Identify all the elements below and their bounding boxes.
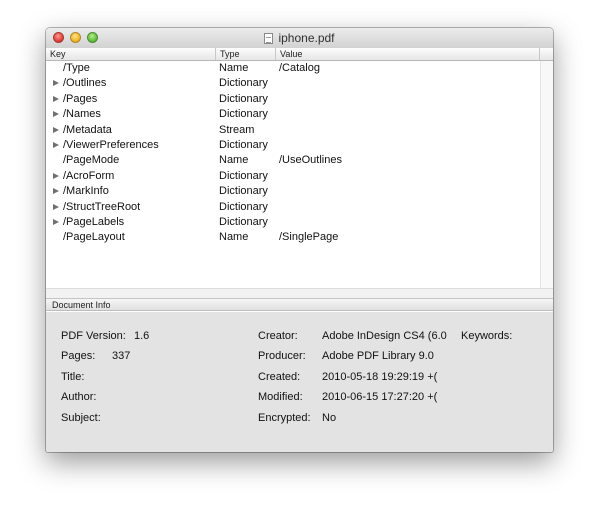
outline-row[interactable]: /AcroForm Dictionary	[46, 169, 540, 184]
row-value: /Catalog	[279, 62, 320, 74]
author-label: Author:	[61, 391, 97, 403]
disclosure-triangle-icon[interactable]	[53, 142, 59, 148]
outline-row[interactable]: /Names Dictionary	[46, 107, 540, 122]
producer-label: Producer:	[258, 350, 306, 362]
window-title: iphone.pdf	[46, 31, 553, 45]
created-value: 2010-05-18 19:29:19 +(	[322, 371, 438, 383]
pdf-document-icon	[264, 33, 274, 44]
row-type: Name	[219, 231, 249, 244]
key-column-header[interactable]: Key	[46, 48, 216, 60]
row-key: /StructTreeRoot	[63, 200, 141, 213]
encrypted-value: No	[322, 412, 337, 424]
row-key: /MarkInfo	[63, 185, 109, 198]
row-type: Dictionary	[219, 77, 268, 90]
pdf-version-label: PDF Version:	[61, 330, 126, 342]
row-type: Stream	[219, 123, 255, 136]
row-key: /Metadata	[63, 123, 112, 136]
producer-value: Adobe PDF Library 9.0	[322, 350, 434, 362]
row-key: /Pages	[63, 92, 98, 105]
title-bar[interactable]: iphone.pdf	[46, 28, 553, 49]
split-divider[interactable]	[46, 288, 553, 298]
disclosure-triangle-icon[interactable]	[53, 219, 59, 225]
row-key: /PageLabels	[63, 216, 125, 228]
outline-row[interactable]: /PageMode Name/UseOutlines	[46, 153, 540, 168]
document-info-header: Document Info	[46, 298, 553, 311]
creator-label: Creator:	[258, 330, 298, 342]
row-type: Dictionary	[219, 216, 268, 228]
disclosure-triangle-icon[interactable]	[53, 95, 59, 102]
row-type: Dictionary	[219, 108, 268, 121]
disclosure-triangle-icon[interactable]	[53, 203, 59, 210]
outline-row[interactable]: /StructTreeRoot Dictionary	[46, 200, 540, 215]
row-type: Dictionary	[219, 185, 268, 198]
pages-value: 337	[112, 350, 131, 362]
pdf-version-value: 1.6	[134, 330, 150, 342]
row-key: /ViewerPreferences	[63, 139, 159, 151]
outline-row[interactable]: /Outlines Dictionary	[46, 76, 540, 91]
outline-row[interactable]: /ViewerPreferences Dictionary	[46, 138, 540, 153]
subject-label: Subject:	[61, 412, 101, 424]
pages-label: Pages:	[61, 350, 96, 362]
row-key: /Type	[63, 62, 90, 74]
row-type: Dictionary	[219, 200, 268, 213]
outline-row[interactable]: /Pages Dictionary	[46, 92, 540, 107]
title-label: Title:	[61, 371, 85, 383]
disclosure-triangle-icon[interactable]	[53, 188, 59, 195]
row-key: /Names	[63, 108, 101, 121]
pdf-inspector-window: iphone.pdf Key Type Value /Type Name/Cata…	[46, 28, 553, 452]
row-value: /SinglePage	[279, 231, 339, 244]
row-type: Dictionary	[219, 139, 268, 151]
disclosure-triangle-icon[interactable]	[53, 172, 59, 179]
column-header: Key Type Value	[46, 48, 553, 61]
disclosure-triangle-icon[interactable]	[53, 126, 59, 133]
disclosure-triangle-icon[interactable]	[53, 80, 59, 87]
outline-row[interactable]: /MarkInfo Dictionary	[46, 184, 540, 199]
row-type: Name	[219, 62, 249, 74]
vertical-scrollbar[interactable]	[540, 61, 553, 288]
row-type: Dictionary	[219, 169, 268, 182]
window-title-text: iphone.pdf	[278, 31, 335, 45]
modified-label: Modified:	[258, 391, 303, 403]
outline-row[interactable]: /PageLabels Dictionary	[46, 215, 540, 230]
value-column-header[interactable]: Value	[276, 48, 540, 60]
keywords-label: Keywords:	[461, 330, 513, 342]
type-column-header[interactable]: Type	[216, 48, 276, 60]
encrypted-label: Encrypted:	[258, 412, 311, 424]
row-key: /AcroForm	[63, 169, 115, 182]
outline-row[interactable]: /Type Name/Catalog	[46, 61, 540, 76]
created-label: Created:	[258, 371, 301, 383]
row-type: Name	[219, 154, 249, 167]
disclosure-triangle-icon[interactable]	[53, 111, 59, 118]
row-key: /PageLayout	[63, 231, 125, 244]
outline-row[interactable]: /PageLayout Name/SinglePage	[46, 230, 540, 245]
outline-row[interactable]: /Metadata Stream	[46, 123, 540, 138]
row-key: /PageMode	[63, 154, 120, 167]
row-value: /UseOutlines	[279, 154, 342, 167]
document-info-panel: PDF Version: 1.6 Pages: 337 Title: Autho…	[46, 312, 553, 452]
row-key: /Outlines	[63, 77, 107, 90]
creator-value: Adobe InDesign CS4 (6.0	[322, 330, 447, 342]
row-type: Dictionary	[219, 92, 268, 105]
modified-value: 2010-06-15 17:27:20 +(	[322, 391, 438, 403]
